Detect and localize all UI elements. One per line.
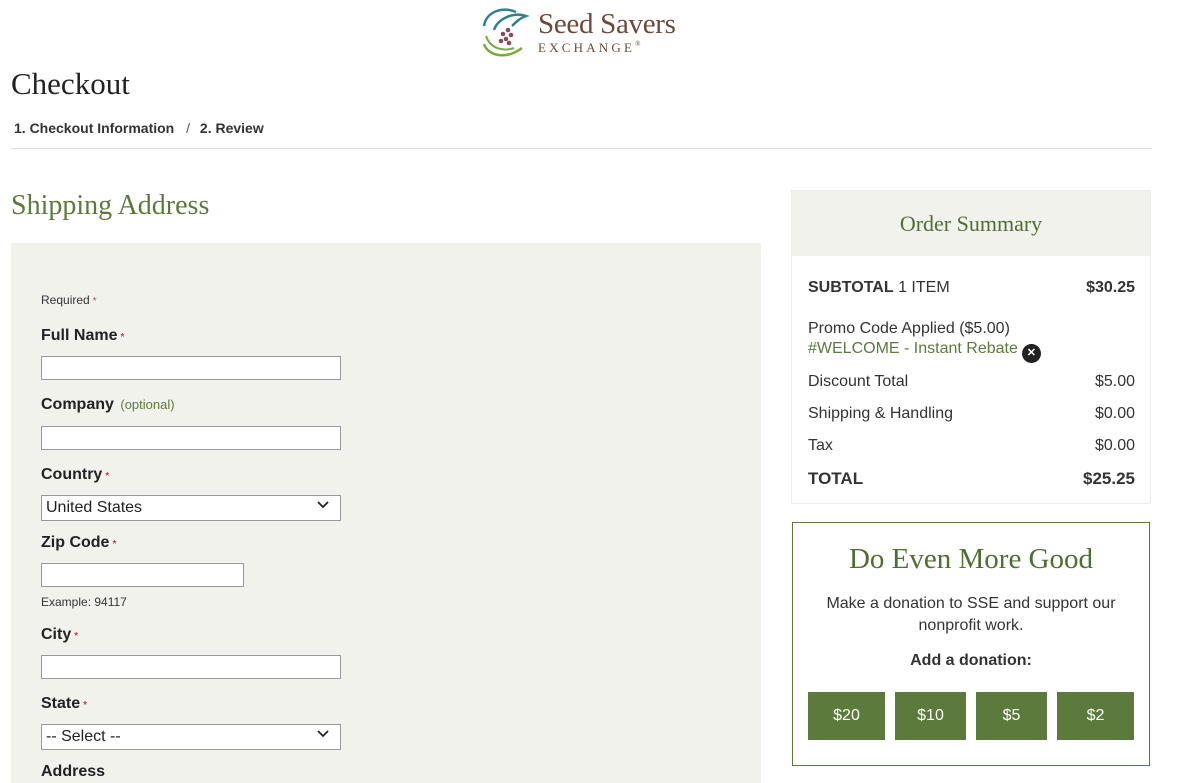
brand-logo[interactable]: Seed Savers EXCHANGE® bbox=[480, 4, 690, 60]
total-row: TOTAL $25.25 bbox=[808, 469, 1135, 489]
zip-code-input[interactable] bbox=[41, 563, 244, 587]
full-name-label: Full Name * bbox=[41, 327, 125, 344]
donate-5-button[interactable]: $5 bbox=[976, 692, 1047, 740]
donation-label: Add a donation: bbox=[910, 652, 1032, 669]
country-label: Country * bbox=[41, 466, 110, 483]
breadcrumb-step-checkout-info[interactable]: 1. Checkout Information bbox=[14, 120, 174, 136]
address-label: Address bbox=[41, 763, 106, 780]
subtotal-items: 1 ITEM bbox=[898, 279, 950, 296]
header-divider bbox=[11, 148, 1152, 149]
promo-row: Promo Code Applied ($5.00) #WELCOME - In… bbox=[808, 320, 1135, 363]
page-title: Checkout bbox=[11, 66, 130, 101]
state-label: State * bbox=[41, 695, 88, 712]
required-note: Required * bbox=[41, 293, 97, 307]
tax-row: Tax $0.00 bbox=[808, 437, 1135, 455]
remove-promo-icon[interactable]: ✕ bbox=[1021, 344, 1041, 363]
donation-text: Make a donation to SSE and support our n… bbox=[826, 595, 1116, 634]
company-label: Company (optional) bbox=[41, 396, 175, 413]
donation-box: Do Even More Good Make a donation to SSE… bbox=[792, 522, 1150, 766]
shipping-row: Shipping & Handling $0.00 bbox=[808, 405, 1135, 423]
donate-10-button[interactable]: $10 bbox=[895, 692, 966, 740]
discount-amount: $5.00 bbox=[1094, 373, 1135, 390]
promo-code: #WELCOME - Instant Rebate bbox=[808, 340, 1018, 357]
donate-2-button[interactable]: $2 bbox=[1057, 692, 1134, 740]
seed-hand-logo-icon bbox=[482, 8, 530, 57]
donation-title: Do Even More Good bbox=[848, 543, 1094, 575]
state-select[interactable]: -- Select -- bbox=[41, 724, 341, 750]
city-input[interactable] bbox=[41, 655, 341, 679]
breadcrumb-step-review[interactable]: 2. Review bbox=[200, 120, 264, 136]
shipping-address-title: Shipping Address bbox=[11, 190, 210, 221]
full-name-input[interactable] bbox=[41, 356, 341, 380]
breadcrumb-separator: / bbox=[186, 120, 191, 136]
shipping-amount: $0.00 bbox=[1094, 405, 1135, 422]
discount-label: Discount Total bbox=[808, 373, 909, 390]
zip-code-label: Zip Code * bbox=[41, 534, 117, 551]
shipping-form: Required * Full Name * Company (optional) … bbox=[11, 243, 761, 783]
country-select[interactable]: United States bbox=[41, 495, 341, 521]
brand-name: Seed Savers bbox=[538, 8, 676, 40]
order-summary-title: Order Summary bbox=[792, 191, 1150, 256]
donate-20-button[interactable]: $20 bbox=[808, 692, 885, 740]
company-input[interactable] bbox=[41, 426, 341, 450]
tax-amount: $0.00 bbox=[1094, 437, 1135, 454]
total-label: TOTAL bbox=[808, 469, 864, 488]
discount-row: Discount Total $5.00 bbox=[808, 373, 1135, 391]
state-value: -- Select -- bbox=[46, 728, 121, 745]
chevron-down-icon bbox=[317, 730, 329, 738]
order-summary: Order Summary SUBTOTAL 1 ITEM $30.25 Pro… bbox=[792, 191, 1150, 503]
breadcrumb: 1. Checkout Information / 2. Review bbox=[14, 120, 264, 136]
zip-code-hint: Example: 94117 bbox=[41, 595, 127, 609]
chevron-down-icon bbox=[317, 501, 329, 509]
subtotal-row: SUBTOTAL 1 ITEM $30.25 bbox=[808, 279, 1135, 297]
brand-subtitle: EXCHANGE® bbox=[538, 40, 641, 55]
promo-label: Promo Code Applied ($5.00) bbox=[808, 320, 1010, 337]
country-value: United States bbox=[46, 499, 143, 516]
city-label: City * bbox=[41, 626, 79, 643]
total-amount: $25.25 bbox=[1083, 469, 1135, 488]
subtotal-amount: $30.25 bbox=[1086, 279, 1135, 296]
tax-label: Tax bbox=[808, 437, 833, 454]
subtotal-label: SUBTOTAL bbox=[808, 279, 894, 296]
shipping-label: Shipping & Handling bbox=[808, 405, 953, 422]
